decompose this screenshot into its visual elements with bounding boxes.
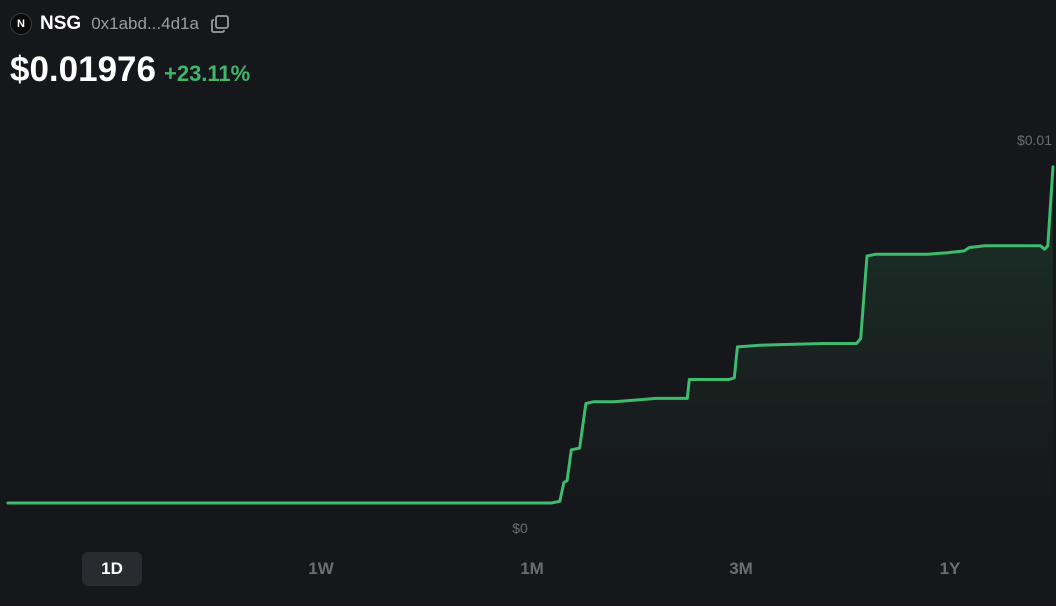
price-chart-page: N NSG 0x1abd...4d1a $0.01976 +23.11% $0.… <box>0 0 1056 606</box>
range-button-3m[interactable]: 3M <box>711 552 771 586</box>
range-button-1m[interactable]: 1M <box>502 552 562 586</box>
time-range-selector: 1D 1W 1M 3M 1Y <box>0 552 1056 586</box>
min-price-label: $0 <box>512 520 528 536</box>
price-chart: $0.01 $0 <box>6 132 1055 536</box>
max-price-label: $0.01 <box>1017 132 1052 148</box>
range-button-1w[interactable]: 1W <box>291 552 351 586</box>
range-button-1y[interactable]: 1Y <box>920 552 980 586</box>
price-area <box>8 166 1053 503</box>
range-button-1d[interactable]: 1D <box>82 552 142 586</box>
